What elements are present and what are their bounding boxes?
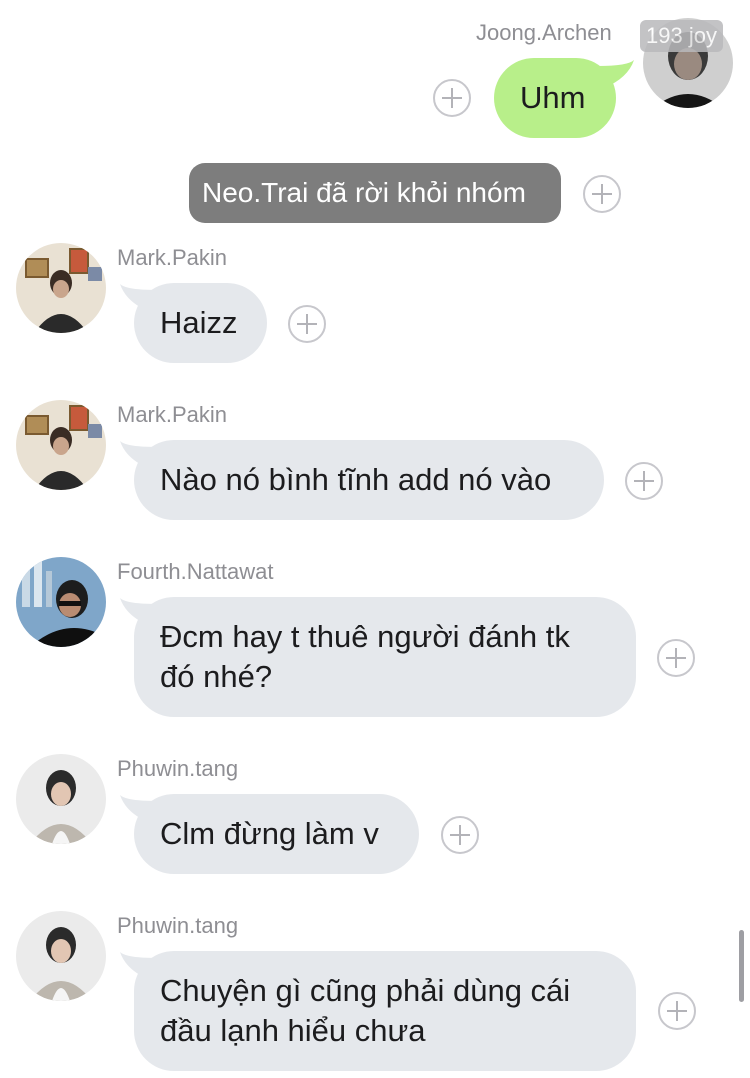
system-message-bubble: Neo.Trai đã rời khỏi nhóm <box>189 163 561 223</box>
message-line: Haizz <box>160 305 238 340</box>
message-line: Đcm hay t thuê người đánh tk <box>160 619 570 654</box>
avatar[interactable] <box>16 754 106 844</box>
message-bubble[interactable]: Clm đừng làm v <box>134 794 419 874</box>
add-reaction-icon[interactable] <box>441 816 479 854</box>
avatar[interactable] <box>16 911 106 1001</box>
avatar[interactable] <box>16 557 106 647</box>
message-bubble[interactable]: Haizz <box>134 283 267 363</box>
sender-name: Joong.Archen <box>476 20 612 45</box>
message-text: Uhm <box>520 80 586 115</box>
message-bubble[interactable]: Uhm <box>494 58 616 138</box>
scrollbar[interactable] <box>739 930 744 1002</box>
add-reaction-icon[interactable] <box>625 462 663 500</box>
avatar[interactable] <box>16 243 106 333</box>
message-line: đó nhé? <box>160 659 273 694</box>
add-reaction-icon[interactable] <box>583 175 621 213</box>
add-reaction-icon[interactable] <box>288 305 326 343</box>
message-line: đầu lạnh hiểu chưa <box>160 1013 426 1048</box>
system-message-text: Neo.Trai đã rời khỏi nhóm <box>202 177 526 208</box>
sender-name: Mark.Pakin <box>117 245 228 270</box>
message-line: Clm đừng làm v <box>160 816 379 851</box>
message-bubble[interactable]: Đcm hay t thuê người đánh tk đó nhé? <box>134 597 636 717</box>
message-line: Chuyện gì cũng phải dùng cái <box>160 973 571 1008</box>
message-line: Nào nó bình tĩnh add nó vào <box>160 462 552 497</box>
add-reaction-icon[interactable] <box>433 79 471 117</box>
status-badge: 193 joy <box>640 20 723 52</box>
add-reaction-icon[interactable] <box>658 992 696 1030</box>
avatar[interactable] <box>16 400 106 490</box>
sender-name: Mark.Pakin <box>117 402 228 427</box>
message-bubble[interactable]: Nào nó bình tĩnh add nó vào <box>134 440 604 520</box>
sender-name: Fourth.Nattawat <box>117 559 274 584</box>
sender-name: Phuwin.tang <box>117 756 239 781</box>
sender-name: Phuwin.tang <box>117 913 239 938</box>
message-bubble[interactable]: Chuyện gì cũng phải dùng cái đầu lạnh hi… <box>134 951 636 1071</box>
add-reaction-icon[interactable] <box>657 639 695 677</box>
